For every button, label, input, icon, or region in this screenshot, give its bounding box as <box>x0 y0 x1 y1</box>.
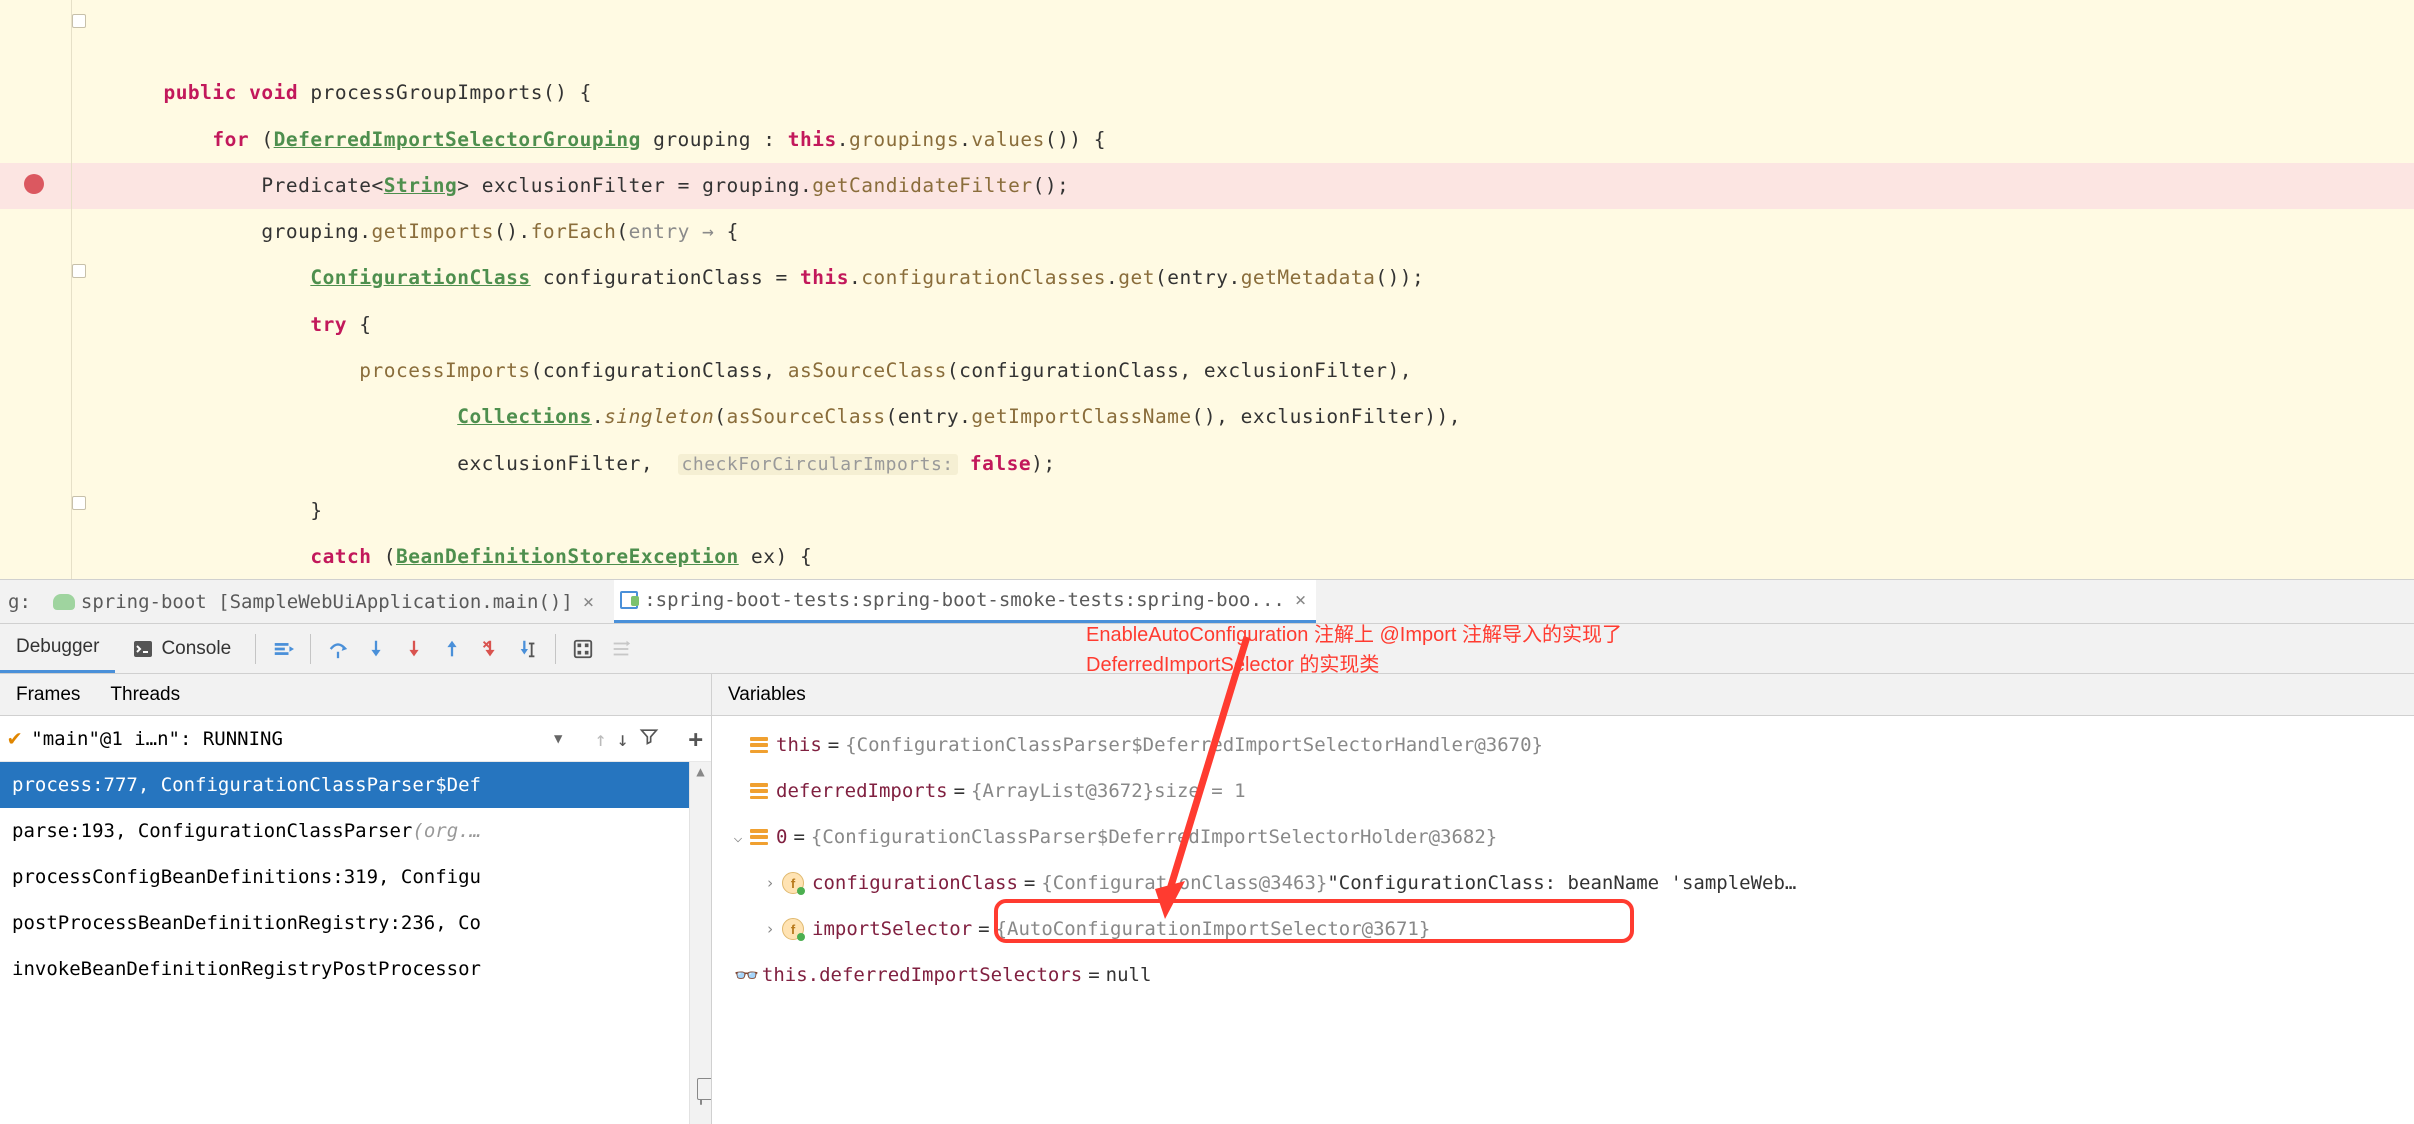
frames-list[interactable]: process:777, ConfigurationClassParser$De… <box>0 762 711 1124</box>
variable-row[interactable]: deferredImports = {ArrayList@3672} size … <box>712 768 2414 814</box>
drop-frame-icon[interactable] <box>479 638 501 660</box>
trace-icon[interactable] <box>610 638 632 660</box>
field-icon <box>750 829 768 845</box>
gutter-fold-icon[interactable] <box>72 14 86 28</box>
copy-icon[interactable] <box>700 1082 702 1104</box>
thread-selector-row: ✔ "main"@1 i…n": RUNNING ▼ ↑ ↓ + <box>0 716 711 762</box>
run-config-name: :spring-boot-tests:spring-boot-smoke-tes… <box>644 589 1285 611</box>
frames-header-tab[interactable]: Frames <box>16 684 110 706</box>
debug-body: Frames Threads ✔ "main"@1 i…n": RUNNING … <box>0 674 2414 1124</box>
variables-header: Variables <box>712 674 2414 716</box>
stack-frame-row[interactable]: process:777, ConfigurationClassParser$De… <box>0 762 711 808</box>
gutter-fold-icon[interactable] <box>72 496 86 510</box>
field-badge-icon: f <box>782 872 804 894</box>
variable-row[interactable]: › f configurationClass = {ConfigurationC… <box>712 860 2414 906</box>
chevron-down-icon[interactable]: ▼ <box>554 731 562 747</box>
threads-header-tab[interactable]: Threads <box>110 684 210 706</box>
filter-icon[interactable] <box>639 726 659 751</box>
console-tab[interactable]: Console <box>115 624 247 673</box>
annotation-overlay: EnableAutoConfiguration 注解上 @Import 注解导入… <box>1086 620 1622 680</box>
evaluate-expression-icon[interactable] <box>572 638 594 660</box>
gutter-fold-icon[interactable] <box>72 264 86 278</box>
stack-frame-row[interactable]: postProcessBeanDefinitionRegistry:236, C… <box>0 900 711 946</box>
add-icon[interactable]: + <box>689 725 703 753</box>
debug-toolbar: Debugger Console EnableAutoConfiguration… <box>0 624 2414 674</box>
collapse-icon[interactable]: ⌵ <box>728 828 748 846</box>
watch-icon: 👓 <box>734 963 756 987</box>
root: public void processGroupImports() { for … <box>0 0 2414 1124</box>
run-config-tab-active[interactable]: :spring-boot-tests:spring-boot-smoke-tes… <box>614 580 1316 623</box>
gradle-icon <box>53 594 75 610</box>
run-to-cursor-icon[interactable] <box>517 638 539 660</box>
breakpoint-icon[interactable] <box>24 174 44 194</box>
stack-frame-row[interactable]: parse:193, ConfigurationClassParser (org… <box>0 808 711 854</box>
separator <box>255 634 256 664</box>
variable-row[interactable]: › f importSelector = {AutoConfigurationI… <box>712 906 2414 952</box>
step-into-icon[interactable] <box>365 638 387 660</box>
variables-panel: Variables this = {ConfigurationClassPars… <box>712 674 2414 1124</box>
separator <box>310 634 311 664</box>
scroll-up-icon[interactable]: ▲ <box>694 762 706 782</box>
field-icon <box>750 737 768 753</box>
code-editor[interactable]: public void processGroupImports() { for … <box>0 0 2414 579</box>
variable-row[interactable]: 👓 this.deferredImportSelectors = null <box>712 952 2414 998</box>
run-config-name: spring-boot [SampleWebUiApplication.main… <box>81 591 573 613</box>
run-config-bar: g: spring-boot [SampleWebUiApplication.m… <box>0 579 2414 624</box>
check-icon: ✔ <box>8 726 21 751</box>
separator <box>555 634 556 664</box>
close-icon[interactable]: × <box>1291 589 1310 611</box>
step-out-icon[interactable] <box>441 638 463 660</box>
prev-frame-icon[interactable]: ↑ <box>594 727 606 751</box>
step-over-icon[interactable] <box>327 638 349 660</box>
stack-frame-row[interactable]: processConfigBeanDefinitions:319, Config… <box>0 854 711 900</box>
show-execution-point-icon[interactable] <box>272 638 294 660</box>
variable-row[interactable]: ⌵ 0 = {ConfigurationClassParser$Deferred… <box>712 814 2414 860</box>
variables-list[interactable]: this = {ConfigurationClassParser$Deferre… <box>712 716 2414 1124</box>
frames-scrollbar[interactable]: ▲ ▼ <box>689 762 711 1124</box>
expand-icon[interactable]: › <box>760 874 780 892</box>
stack-frame-row[interactable]: invokeBeanDefinitionRegistryPostProcesso… <box>0 946 711 992</box>
frames-panel-header: Frames Threads <box>0 674 711 716</box>
editor-gutter[interactable] <box>0 0 72 579</box>
force-step-into-icon[interactable] <box>403 638 425 660</box>
field-icon <box>750 783 768 799</box>
run-config-tab[interactable]: spring-boot [SampleWebUiApplication.main… <box>47 580 604 623</box>
console-icon <box>131 637 155 661</box>
close-icon[interactable]: × <box>579 591 598 613</box>
field-badge-icon: f <box>782 918 804 940</box>
debugger-tab[interactable]: Debugger <box>0 624 115 673</box>
next-frame-icon[interactable]: ↓ <box>617 727 629 751</box>
variable-row[interactable]: this = {ConfigurationClassParser$Deferre… <box>712 722 2414 768</box>
run-label: g: <box>8 591 37 613</box>
code-content: public void processGroupImports() { for … <box>90 24 1461 579</box>
expand-icon[interactable]: › <box>760 920 780 938</box>
module-icon <box>620 591 638 609</box>
thread-dropdown[interactable]: "main"@1 i…n": RUNNING <box>31 728 544 750</box>
frames-panel: Frames Threads ✔ "main"@1 i…n": RUNNING … <box>0 674 712 1124</box>
